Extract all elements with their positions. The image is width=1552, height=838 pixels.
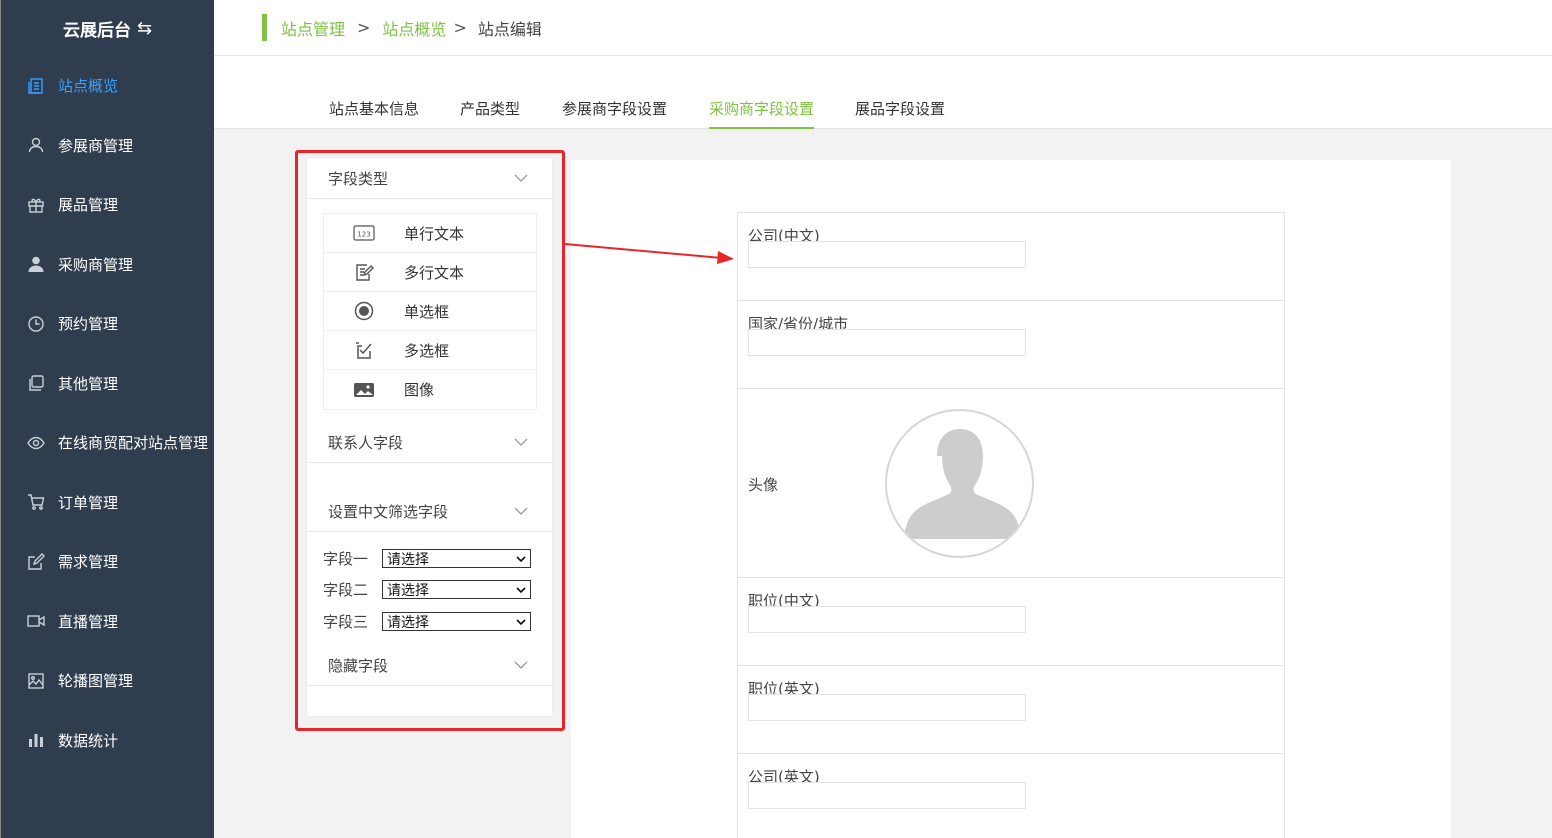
sidebar-item-label: 展品管理 (58, 196, 119, 215)
form-row-position-en[interactable]: 职位(英文) (738, 666, 1284, 754)
sidebar-item-exhibits[interactable]: 展品管理 (1, 175, 214, 235)
sidebar-item-carousel[interactable]: 轮播图管理 (1, 651, 214, 711)
sidebar-item-label: 预约管理 (58, 315, 119, 334)
avatar-silhouette-icon (904, 429, 1021, 539)
position-en-input[interactable] (748, 694, 1026, 721)
copy-icon (27, 374, 45, 392)
sidebar-item-orders[interactable]: 订单管理 (1, 473, 214, 533)
highlight-box (295, 150, 565, 731)
breadcrumb-current: 站点编辑 (477, 19, 542, 39)
sidebar-item-label: 轮播图管理 (58, 672, 134, 691)
tab-exhibitor-fields[interactable]: 参展商字段设置 (562, 98, 667, 127)
tab-buyer-fields[interactable]: 采购商字段设置 (709, 98, 815, 129)
form-row-company-en[interactable]: 公司(英文) (738, 754, 1284, 838)
location-input[interactable] (748, 329, 1026, 356)
sidebar: 云展后台 ⇆ 站点概览 参展商管理 展品管理 采购商管理 预约管理 其他管理 在… (0, 0, 214, 838)
swap-icon[interactable]: ⇆ (137, 18, 152, 39)
sidebar-item-label: 直播管理 (58, 612, 119, 631)
document-icon (27, 77, 45, 95)
breadcrumb: 站点管理 > 站点概览 > 站点编辑 (214, 0, 1552, 56)
sidebar-item-label: 参展商管理 (58, 136, 134, 155)
sidebar-item-label: 在线商贸配对站点管理 (58, 434, 209, 453)
sidebar-item-site-overview[interactable]: 站点概览 (1, 56, 214, 116)
position-cn-input[interactable] (748, 606, 1026, 633)
user-outline-icon (27, 136, 45, 154)
sidebar-item-exhibitors[interactable]: 参展商管理 (1, 116, 214, 176)
breadcrumb-site-management[interactable]: 站点管理 (281, 16, 345, 40)
edit-icon (27, 552, 45, 571)
sidebar-item-label: 站点概览 (58, 77, 119, 96)
gift-icon (27, 196, 45, 214)
company-cn-input[interactable] (748, 241, 1026, 268)
buyer-form-preview: 公司(中文) 国家/省份/城市 头像 职位(中文) 职位(英文) 公司(英文) (737, 212, 1285, 838)
sidebar-item-demands[interactable]: 需求管理 (1, 532, 214, 592)
sidebar-item-label: 订单管理 (58, 493, 119, 512)
sidebar-item-other[interactable]: 其他管理 (1, 354, 214, 414)
sidebar-item-label: 需求管理 (58, 553, 119, 572)
sidebar-item-buyers[interactable]: 采购商管理 (1, 235, 214, 295)
user-solid-icon (27, 255, 45, 273)
cart-icon (27, 493, 45, 511)
sidebar-item-matchmaking[interactable]: 在线商贸配对站点管理 (1, 413, 214, 473)
tab-site-basic-info[interactable]: 站点基本信息 (329, 98, 419, 127)
tab-exhibit-fields[interactable]: 展品字段设置 (855, 98, 945, 127)
form-row-company-cn[interactable]: 公司(中文) (738, 213, 1284, 301)
form-row-avatar[interactable]: 头像 (738, 389, 1284, 578)
sidebar-item-statistics[interactable]: 数据统计 (1, 711, 214, 771)
breadcrumb-site-overview[interactable]: 站点概览 (382, 16, 446, 40)
sidebar-item-label: 其他管理 (58, 374, 119, 393)
tab-product-types[interactable]: 产品类型 (460, 98, 520, 127)
bar-chart-icon (27, 731, 45, 749)
sidebar-item-appointments[interactable]: 预约管理 (1, 294, 214, 354)
breadcrumb-separator: > (453, 18, 467, 37)
avatar-placeholder[interactable] (885, 409, 1034, 558)
breadcrumb-accent-bar (262, 14, 267, 41)
company-en-input[interactable] (748, 782, 1026, 809)
image-icon (27, 672, 45, 690)
breadcrumb-separator: > (357, 18, 371, 37)
sidebar-item-live[interactable]: 直播管理 (1, 592, 214, 652)
tab-bar: 站点基本信息 产品类型 参展商字段设置 采购商字段设置 展品字段设置 (214, 56, 1552, 129)
form-field-label: 头像 (748, 476, 779, 494)
video-icon (27, 612, 45, 630)
form-row-location[interactable]: 国家/省份/城市 (738, 301, 1284, 389)
sidebar-item-label: 数据统计 (58, 731, 119, 750)
clock-icon (27, 315, 45, 333)
form-row-position-cn[interactable]: 职位(中文) (738, 578, 1284, 666)
eye-icon (27, 434, 45, 452)
app-title: 云展后台 (62, 20, 131, 41)
sidebar-item-label: 采购商管理 (58, 255, 134, 274)
brand: 云展后台 ⇆ (1, 0, 214, 56)
